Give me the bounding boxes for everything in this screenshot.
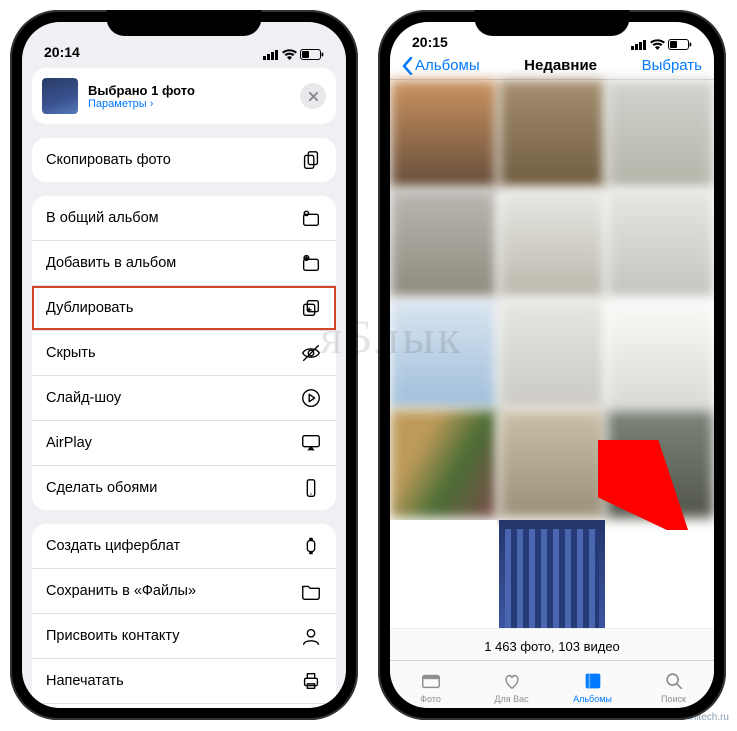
photo-thumb[interactable] bbox=[607, 80, 714, 188]
action-label: Добавить в альбом bbox=[46, 255, 176, 271]
action-shared-album[interactable]: В общий альбом bbox=[32, 196, 336, 241]
action-add-album[interactable]: Добавить в альбом bbox=[32, 241, 336, 286]
back-button[interactable]: Альбомы bbox=[402, 57, 480, 75]
print-icon bbox=[300, 670, 322, 692]
tab-label: Альбомы bbox=[573, 694, 612, 704]
action-contact[interactable]: Присвоить контакту bbox=[32, 614, 336, 659]
duplicate-icon bbox=[300, 297, 322, 319]
wallpaper-icon bbox=[300, 477, 322, 499]
action-label: Сделать обоями bbox=[46, 480, 157, 496]
action-watchface[interactable]: Создать циферблат bbox=[32, 524, 336, 569]
select-button[interactable]: Выбрать bbox=[642, 57, 702, 74]
action-label: Слайд-шоу bbox=[46, 390, 121, 406]
status-time: 20:14 bbox=[44, 44, 80, 60]
action-label: Сохранить в «Файлы» bbox=[46, 583, 196, 599]
airplay-icon bbox=[300, 432, 322, 454]
hide-icon bbox=[300, 342, 322, 364]
watchface-icon bbox=[300, 535, 322, 557]
action-label: В общий альбом bbox=[46, 210, 159, 226]
action-label: Присвоить контакту bbox=[46, 628, 179, 644]
photo-thumb[interactable] bbox=[390, 520, 497, 628]
notch bbox=[107, 10, 262, 36]
right-phone: 20:15 Альбомы Недавние Выбрать bbox=[378, 10, 726, 720]
action-print[interactable]: Напечатать bbox=[32, 659, 336, 704]
photo-thumb[interactable] bbox=[499, 190, 606, 298]
action-duplicate[interactable]: Дублировать bbox=[32, 286, 336, 331]
tab-photos[interactable]: Фото bbox=[390, 661, 471, 708]
action-acrobat[interactable]: Импорт в Acrobat bbox=[32, 704, 336, 708]
photo-thumb[interactable] bbox=[607, 300, 714, 408]
tab-label: Для Вас bbox=[494, 694, 528, 704]
action-airplay[interactable]: AirPlay bbox=[32, 421, 336, 466]
action-slideshow[interactable]: Слайд-шоу bbox=[32, 376, 336, 421]
photo-thumb[interactable] bbox=[390, 80, 497, 188]
action-copy[interactable]: Скопировать фото bbox=[32, 138, 336, 182]
action-hide[interactable]: Скрыть bbox=[32, 331, 336, 376]
action-wallpaper[interactable]: Сделать обоями bbox=[32, 466, 336, 510]
status-time: 20:15 bbox=[412, 34, 448, 50]
files-icon bbox=[300, 580, 322, 602]
photos-app-screen: 20:15 Альбомы Недавние Выбрать bbox=[390, 22, 714, 708]
close-button[interactable] bbox=[300, 83, 326, 109]
tab-label: Поиск bbox=[661, 694, 686, 704]
tab-search[interactable]: Поиск bbox=[633, 661, 714, 708]
left-phone: 20:14 Выбрано 1 фото Параметры › Скопиро… bbox=[10, 10, 358, 720]
nav-bar: Альбомы Недавние Выбрать bbox=[390, 52, 714, 80]
status-indicators bbox=[631, 39, 692, 50]
action-label: AirPlay bbox=[46, 435, 92, 451]
action-group: Скопировать фото bbox=[32, 138, 336, 182]
sheet-title: Выбрано 1 фото bbox=[88, 83, 195, 98]
share-sheet-screen: 20:14 Выбрано 1 фото Параметры › Скопиро… bbox=[22, 22, 346, 708]
photo-thumb[interactable] bbox=[390, 190, 497, 298]
back-label: Альбомы bbox=[415, 57, 480, 74]
tab-bar: Фото Для Вас Альбомы Поиск bbox=[390, 660, 714, 708]
photo-thumb[interactable] bbox=[499, 300, 606, 408]
action-group: В общий альбом Добавить в альбом Дублирова… bbox=[32, 196, 336, 510]
action-label: Создать циферблат bbox=[46, 538, 180, 554]
action-label: Напечатать bbox=[46, 673, 124, 689]
photo-thumb[interactable] bbox=[607, 410, 714, 518]
tab-foryou[interactable]: Для Вас bbox=[471, 661, 552, 708]
photo-thumb-duplicate[interactable] bbox=[499, 520, 606, 628]
add-album-icon bbox=[300, 252, 322, 274]
library-status: 1 463 фото, 103 видео bbox=[390, 628, 714, 660]
action-label: Скопировать фото bbox=[46, 152, 171, 168]
status-indicators bbox=[263, 49, 324, 60]
action-group: Создать циферблат Сохранить в «Файлы» Прис… bbox=[32, 524, 336, 708]
slideshow-icon bbox=[300, 387, 322, 409]
photo-grid[interactable] bbox=[390, 80, 714, 628]
photo-thumb[interactable] bbox=[390, 410, 497, 518]
nav-title: Недавние bbox=[524, 57, 597, 74]
selected-thumbnail[interactable] bbox=[42, 78, 78, 114]
shared-album-icon bbox=[300, 207, 322, 229]
notch bbox=[475, 10, 630, 36]
photo-thumb[interactable] bbox=[390, 300, 497, 408]
photo-thumb[interactable] bbox=[499, 410, 606, 518]
tab-label: Фото bbox=[420, 694, 441, 704]
tab-albums[interactable]: Альбомы bbox=[552, 661, 633, 708]
photo-thumb[interactable] bbox=[499, 80, 606, 188]
copy-icon bbox=[300, 149, 322, 171]
action-label: Дублировать bbox=[46, 300, 133, 316]
photo-thumb[interactable] bbox=[607, 190, 714, 298]
contact-icon bbox=[300, 625, 322, 647]
sheet-header: Выбрано 1 фото Параметры › bbox=[32, 68, 336, 124]
action-files[interactable]: Сохранить в «Файлы» bbox=[32, 569, 336, 614]
action-label: Скрыть bbox=[46, 345, 96, 361]
sheet-params-link[interactable]: Параметры › bbox=[88, 98, 195, 110]
